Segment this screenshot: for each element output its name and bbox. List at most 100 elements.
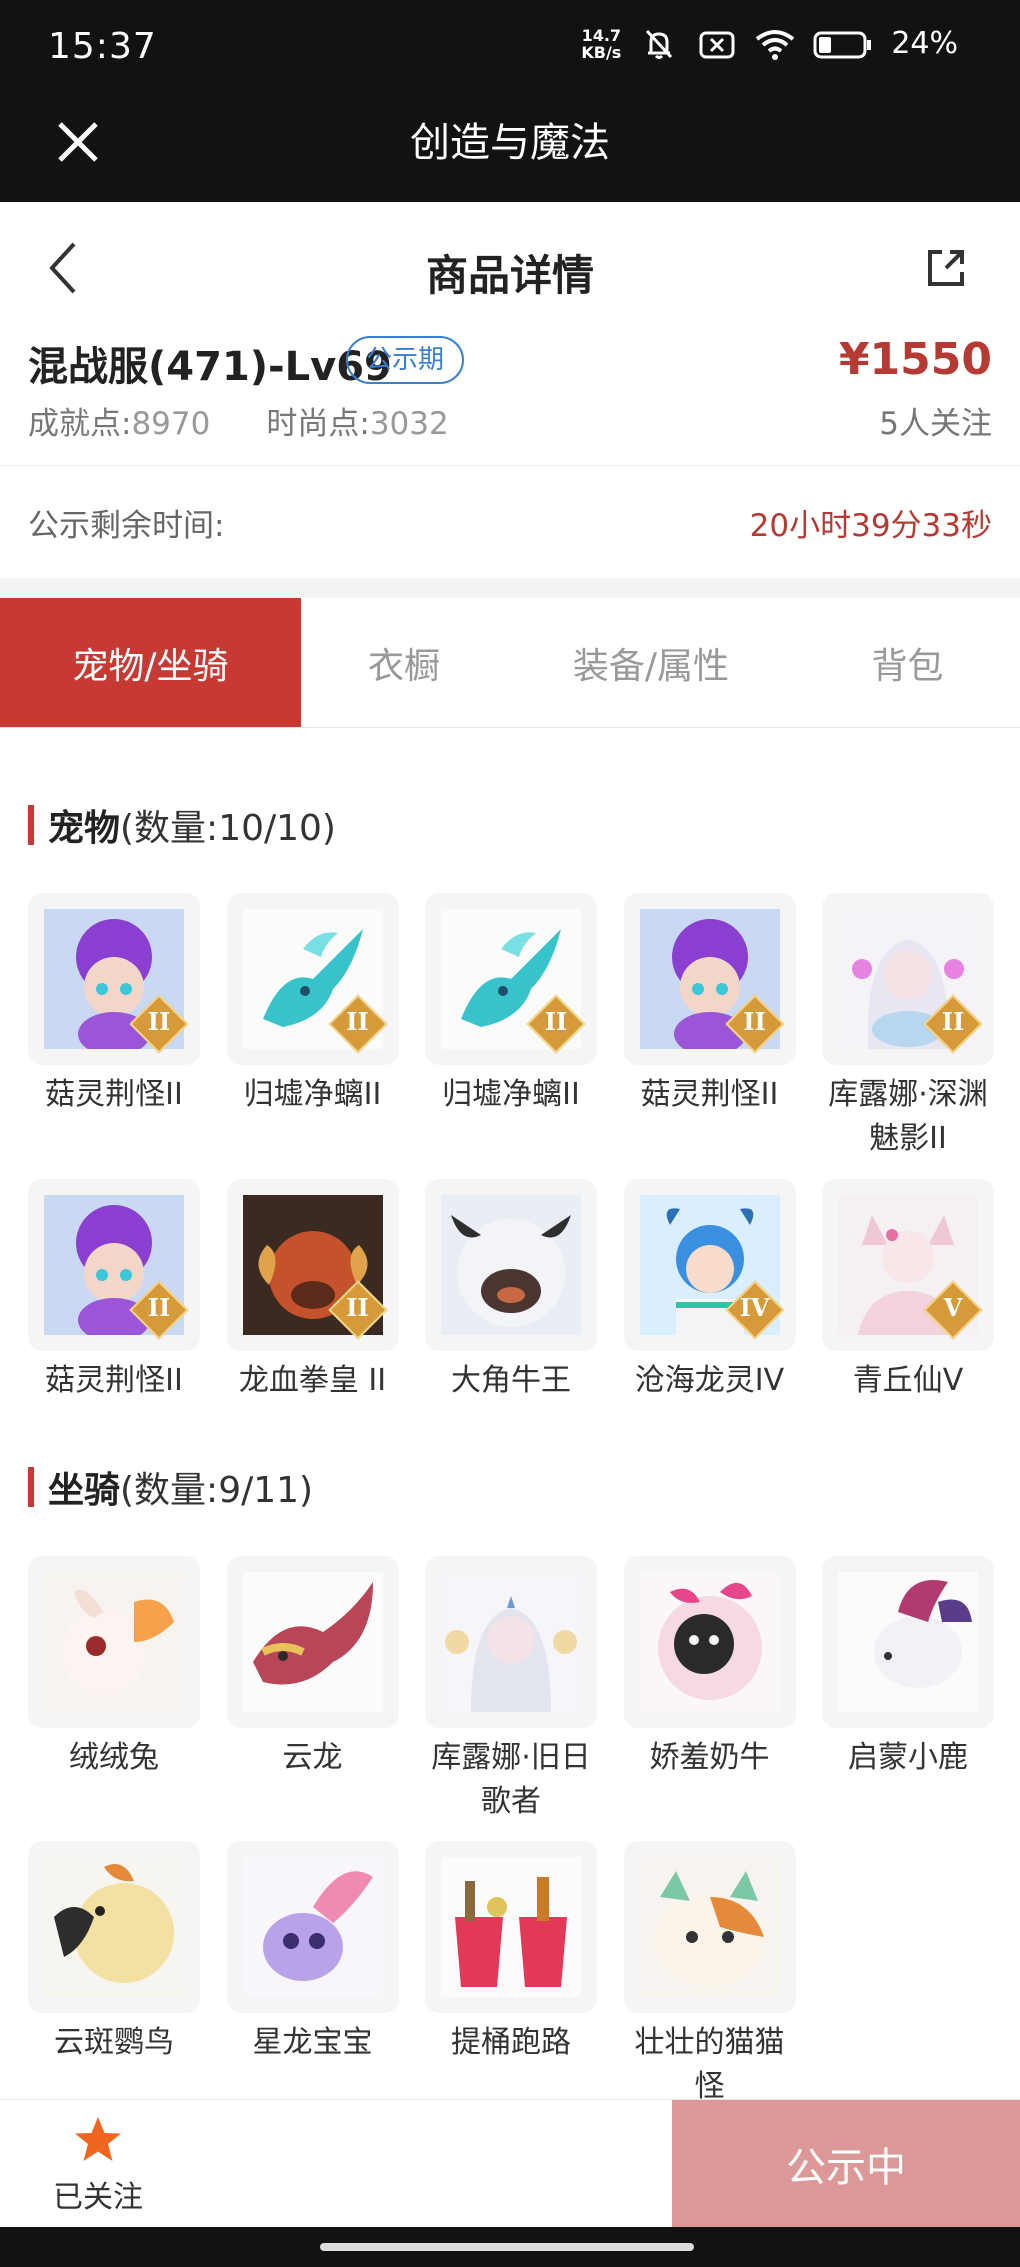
pet-item[interactable]: II 龙血拳皇 II bbox=[226, 1179, 399, 1403]
pet-name: 菇灵荆怪II bbox=[45, 1363, 183, 1398]
pet-thumbnail: II bbox=[822, 893, 994, 1065]
mount-thumbnail bbox=[226, 1556, 399, 1728]
pet-item[interactable]: II 菇灵荆怪II bbox=[623, 893, 796, 1117]
follow-label: 已关注 bbox=[53, 2180, 143, 2215]
section-divider bbox=[0, 578, 1020, 598]
share-icon[interactable] bbox=[924, 246, 968, 290]
mount-item[interactable]: 云龙 bbox=[226, 1556, 399, 1780]
pet-item[interactable]: IV 沧海龙灵IV bbox=[623, 1179, 796, 1403]
follow-count: 5人关注 bbox=[879, 406, 992, 442]
pet-item[interactable]: 大角牛王 bbox=[425, 1179, 597, 1403]
pet-name: 沧海龙灵IV bbox=[634, 1363, 785, 1398]
mount-name: 库露娜·旧日歌者 bbox=[431, 1740, 591, 1819]
sim-off-icon bbox=[699, 31, 735, 58]
pet-item[interactable]: V 青丘仙V bbox=[822, 1179, 994, 1403]
section-count: (数量:9/11) bbox=[120, 1470, 314, 1511]
mount-thumbnail bbox=[425, 1841, 597, 2013]
mount-name: 启蒙小鹿 bbox=[848, 1740, 968, 1775]
rank-label: II bbox=[147, 1293, 171, 1322]
pet-name: 菇灵荆怪II bbox=[640, 1077, 779, 1112]
section-name: 宠物 bbox=[48, 808, 121, 849]
net-speed-unit: KB/s bbox=[581, 42, 622, 62]
mount-item[interactable]: 娇羞奶牛 bbox=[623, 1556, 796, 1780]
page-title: 商品详情 bbox=[425, 251, 594, 300]
home-gesture-bar[interactable] bbox=[320, 2243, 694, 2251]
battery-icon bbox=[813, 31, 872, 58]
mount-item[interactable]: 提桶跑路 bbox=[425, 1841, 597, 2065]
pet-thumbnail: IV bbox=[623, 1179, 796, 1351]
bottom-bar: 已关注 公示中 bbox=[0, 2099, 1020, 2228]
server-name: 混战服(471)-Lv69 bbox=[28, 344, 392, 390]
rank-label: II bbox=[147, 1007, 171, 1036]
tab-pets-mounts[interactable]: 宠物/坐骑 bbox=[0, 598, 301, 727]
mount-item[interactable]: 启蒙小鹿 bbox=[822, 1556, 994, 1780]
pet-name: 大角牛王 bbox=[451, 1363, 571, 1398]
mount-thumbnail bbox=[226, 1841, 399, 2013]
mount-name: 星龙宝宝 bbox=[252, 2025, 373, 2060]
star-icon bbox=[75, 2117, 121, 2161]
pet-name: 归墟净螭II bbox=[442, 1077, 580, 1112]
tab-equipment[interactable]: 装备/属性 bbox=[507, 598, 795, 727]
section-marker bbox=[28, 1467, 34, 1507]
battery-percent: 24% bbox=[891, 26, 958, 61]
pet-thumbnail: II bbox=[28, 893, 200, 1065]
rank-label: V bbox=[943, 1293, 963, 1322]
rank-badge: IV bbox=[724, 1280, 785, 1340]
pet-thumbnail bbox=[425, 1179, 597, 1351]
announce-status-button[interactable]: 公示中 bbox=[672, 2100, 1020, 2228]
app-title: 创造与魔法 bbox=[410, 120, 610, 166]
net-speed-value: 14.7 bbox=[581, 25, 622, 45]
mount-name: 提桶跑路 bbox=[451, 2025, 571, 2060]
mount-thumbnail bbox=[28, 1556, 200, 1728]
bucket-mount-icon bbox=[441, 1857, 581, 1997]
mount-item[interactable]: 云斑鹦鸟 bbox=[28, 1841, 200, 2065]
baby-dragon-mount-icon bbox=[242, 1857, 383, 1997]
pet-item[interactable]: II 菇灵荆怪II bbox=[28, 1179, 200, 1403]
mount-item[interactable]: 库露娜·旧日歌者 bbox=[425, 1556, 597, 1824]
mount-item[interactable]: 壮壮的猫猫怪 bbox=[623, 1841, 796, 2109]
achievement-points: 成就点:8970 bbox=[28, 398, 210, 443]
status-time: 15:37 bbox=[48, 26, 157, 67]
pet-item[interactable]: II 归墟净螭II bbox=[226, 893, 399, 1117]
mount-item[interactable]: 星龙宝宝 bbox=[226, 1841, 399, 2065]
status-badge: 公示期 bbox=[346, 336, 465, 384]
price: ¥1550 bbox=[838, 334, 992, 385]
tab-bar: 宠物/坐骑 衣橱 装备/属性 背包 bbox=[0, 598, 1020, 728]
pet-item[interactable]: II 库露娜·深渊魅影II bbox=[822, 893, 994, 1161]
follow-button[interactable]: 已关注 bbox=[38, 2114, 158, 2216]
wifi-icon bbox=[756, 29, 795, 60]
mount-thumbnail bbox=[28, 1841, 200, 2013]
rank-badge: II bbox=[327, 994, 388, 1054]
pet-name: 库露娜·深渊魅影II bbox=[828, 1077, 988, 1156]
mount-name: 壮壮的猫猫怪 bbox=[634, 2025, 785, 2104]
pet-thumbnail: II bbox=[623, 893, 796, 1065]
deer-mount-icon bbox=[838, 1572, 978, 1712]
fashion-value: 3032 bbox=[369, 406, 449, 442]
system-nav-bar bbox=[0, 2227, 1020, 2267]
mount-name: 绒绒兔 bbox=[69, 1740, 159, 1775]
status-bar: 15:37 14.7 KB/s 24% bbox=[0, 0, 1020, 100]
rank-label: IV bbox=[739, 1293, 770, 1322]
pet-thumbnail: II bbox=[28, 1179, 200, 1351]
tab-wardrobe[interactable]: 衣橱 bbox=[301, 598, 507, 727]
page-header: 商品详情 bbox=[0, 202, 1020, 332]
rank-label: II bbox=[346, 1007, 369, 1036]
pet-name: 菇灵荆怪II bbox=[45, 1077, 183, 1112]
rank-badge: II bbox=[526, 994, 586, 1054]
net-speed: 14.7 KB/s bbox=[581, 27, 621, 61]
tab-backpack[interactable]: 背包 bbox=[795, 598, 1020, 727]
achievement-value: 8970 bbox=[131, 406, 211, 442]
rabbit-mount-icon bbox=[44, 1572, 184, 1712]
pet-thumbnail: V bbox=[822, 1179, 994, 1351]
pet-item[interactable]: II 菇灵荆怪II bbox=[28, 893, 200, 1117]
rank-label: II bbox=[346, 1293, 369, 1322]
mount-item[interactable]: 绒绒兔 bbox=[28, 1556, 200, 1780]
mount-thumbnail bbox=[425, 1556, 597, 1728]
remaining-time-value: 20小时39分33秒 bbox=[749, 508, 992, 544]
mount-name: 云龙 bbox=[282, 1740, 343, 1775]
pet-item[interactable]: II 归墟净螭II bbox=[425, 893, 597, 1117]
pet-name: 青丘仙V bbox=[852, 1363, 964, 1398]
section-count: (数量:10/10) bbox=[120, 808, 336, 849]
app-bar: 创造与魔法 bbox=[0, 100, 1020, 202]
rank-label: II bbox=[544, 1007, 568, 1036]
